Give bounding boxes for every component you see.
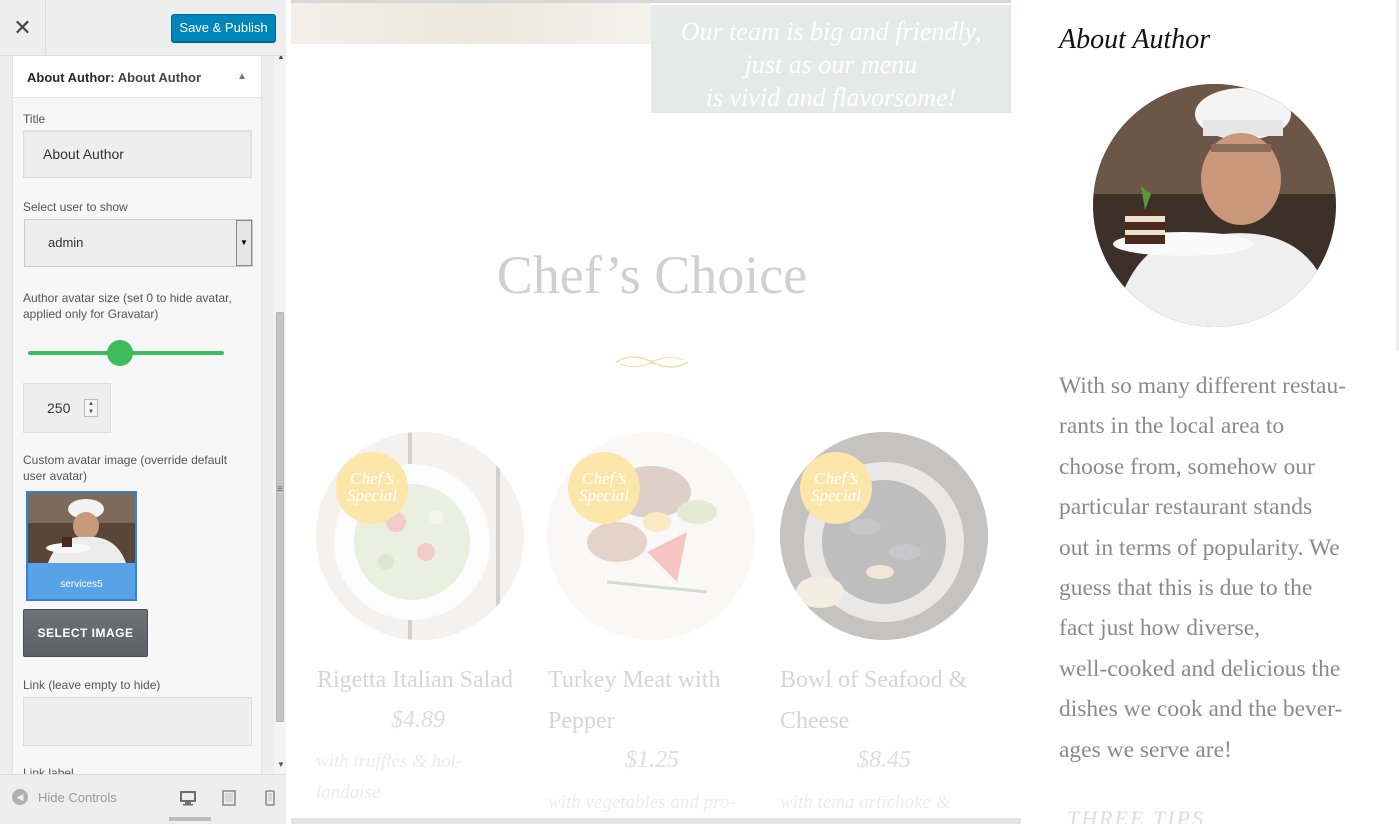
dish-name[interactable]: Bowl of Seafood & Cheese [780, 660, 985, 742]
tablet-icon[interactable] [220, 789, 238, 807]
custom-avatar-label: Custom avatar image (override default us… [23, 453, 228, 483]
about-text-line: out in terms of popularity. We [1059, 534, 1340, 561]
select-user-dropdown[interactable]: admin ▼ [24, 219, 253, 267]
close-icon: ✕ [13, 15, 32, 40]
about-text-line: fact just how diverse, [1059, 615, 1261, 642]
next-widget-heading: THREE TIPS [1067, 806, 1205, 824]
preview-bottom-strip [291, 818, 1021, 824]
dish-price: $1.25 [625, 747, 679, 773]
sidebar-footer: ◀ Hide Controls [0, 774, 286, 824]
title-input[interactable]: About Author [23, 130, 252, 178]
badge-line: Special [346, 486, 398, 505]
badge-line: Special [578, 486, 630, 505]
save-publish-button[interactable]: Save & Publish [171, 14, 276, 42]
dish-price: $4.89 [391, 707, 445, 733]
select-image-button[interactable]: SELECT IMAGE [23, 609, 148, 657]
about-text-line: guess that this is due to the [1059, 575, 1313, 602]
dropdown-arrow-icon[interactable]: ▼ [236, 220, 252, 266]
chef-thumbnail-image [28, 493, 135, 563]
about-text-line: With so many different restau- [1059, 373, 1347, 399]
about-text-line: particular restaurant stands [1059, 494, 1313, 521]
link-label-label: Link label [23, 766, 74, 774]
widget-header[interactable]: About Author: About Author ▲ [13, 56, 261, 98]
about-text-line: dishes we cook and the bever- [1059, 696, 1343, 723]
customizer-app: ✕ Save & Publish About Author: About Aut… [0, 0, 1399, 824]
dish-description: with tema artichoke & [780, 792, 951, 813]
collapse-left-icon: ◀ [12, 789, 28, 805]
hide-controls-button[interactable]: ◀ Hide Controls [12, 789, 117, 805]
sidebar-scrollbar-thumb[interactable] [276, 312, 284, 722]
banner-line: is vivid and flavorsome! [705, 83, 957, 112]
dish-price: $8.45 [857, 747, 911, 773]
scroll-up-icon[interactable]: ▲ [277, 56, 285, 61]
desktop-icon[interactable] [179, 789, 197, 807]
avatar-size-label: Author avatar size (set 0 to hide avatar… [23, 291, 232, 321]
mobile-icon[interactable] [261, 789, 279, 807]
chefs-special-badge: Chef’s Special [336, 452, 408, 524]
badge-line: Special [810, 486, 862, 505]
dish-name[interactable]: Turkey Meat with Pepper [548, 660, 748, 742]
link-input[interactable] [23, 697, 252, 746]
active-device-indicator [169, 817, 211, 821]
about-text-line: rants in the local area to [1059, 413, 1285, 440]
select-user-value: admin [48, 235, 84, 250]
close-button[interactable]: ✕ [0, 0, 46, 56]
title-label: Title [23, 112, 46, 126]
avatar-size-number-input[interactable]: 250 ▲ ▼ [23, 383, 111, 433]
dish-description: with vegetables and pro- [548, 792, 736, 813]
about-text-line: ages we serve are! [1059, 736, 1232, 763]
avatar-filename: services5 [60, 579, 103, 590]
author-avatar [1093, 84, 1336, 327]
collapse-arrow-icon[interactable]: ▲ [237, 71, 247, 82]
slider-handle[interactable] [107, 340, 133, 366]
hide-controls-label: Hide Controls [38, 789, 117, 805]
site-preview: Our team is big and friendly, just as ou… [287, 0, 1399, 824]
spinner-arrows-icon[interactable]: ▲ ▼ [84, 399, 98, 417]
avatar-size-value: 250 [47, 400, 71, 416]
banner-line: just as our menu [744, 50, 918, 79]
widget-title-name: About Author [117, 70, 202, 85]
header-image-fragment [291, 0, 651, 44]
link-label: Link (leave empty to hide) [23, 678, 161, 692]
chefs-special-badge: Chef’s Special [568, 452, 640, 524]
dish-name[interactable]: Rigetta Italian Salad [317, 660, 527, 701]
top-strip [291, 0, 1011, 3]
avatar-size-slider[interactable] [28, 340, 224, 366]
select-user-label: Select user to show [23, 200, 128, 214]
widget-title-prefix: About Author: [27, 70, 115, 85]
team-banner: Our team is big and friendly, just as ou… [651, 5, 1011, 113]
ornament-divider-icon [615, 356, 689, 368]
customizer-sidebar: ✕ Save & Publish About Author: About Aut… [0, 0, 286, 824]
about-author-title: About Author [1059, 24, 1211, 55]
about-author-text: With so many different restau- rants in … [1059, 366, 1379, 770]
banner-line: Our team is big and friendly, [680, 17, 982, 46]
panel-resize-grip-icon[interactable]: ≡ [277, 485, 283, 495]
about-text-line: well-cooked and delicious the [1059, 655, 1341, 682]
scroll-down-icon[interactable]: ▼ [277, 760, 285, 769]
custom-avatar-thumbnail[interactable]: services5 [26, 491, 137, 601]
section-title: Chef’s Choice [496, 245, 808, 305]
about-text-line: choose from, somehow our [1059, 453, 1315, 480]
sidebar-header: ✕ Save & Publish [0, 0, 286, 56]
chefs-special-badge: Chef’s Special [800, 452, 872, 524]
widget-panel-about-author: About Author: About Author ▲ Title About… [12, 56, 262, 774]
dish-description: with truffles & hol-landaise [316, 751, 463, 803]
sidebar-scroll-area: About Author: About Author ▲ Title About… [0, 56, 286, 774]
